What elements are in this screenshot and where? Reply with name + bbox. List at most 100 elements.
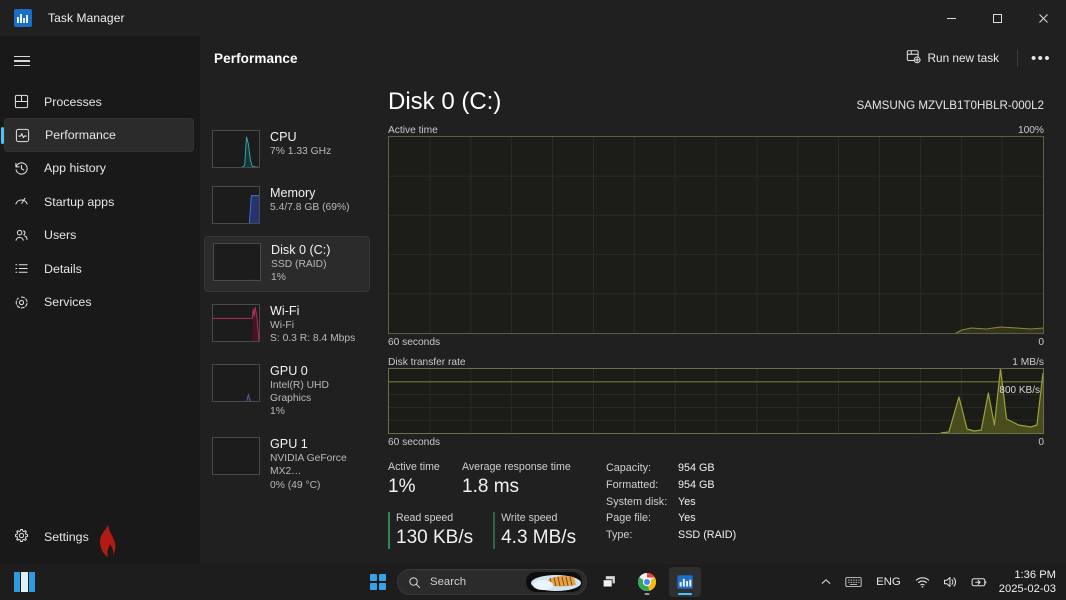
search-placeholder: Search [430,576,467,588]
info-row-system-disk: System disk: Yes [606,494,736,511]
sidebar-item-label: Performance [45,128,116,143]
sidebar-item-details[interactable]: Details [0,252,200,285]
battery-icon[interactable] [969,567,990,597]
info-row-type: Type: SSD (RAID) [606,527,736,544]
users-icon [14,228,36,243]
transfer-rate-x-label: 60 seconds [388,437,441,448]
keyboard-icon[interactable] [843,567,864,597]
active-time-caption-row: Active time 100% [388,125,1044,136]
details-icon [14,261,36,276]
sidebar-item-users[interactable]: Users [0,219,200,252]
sidebar-item-app-history[interactable]: App history [0,152,200,185]
info-row-capacity: Capacity: 954 GB [606,460,736,477]
sidebar-item-performance[interactable]: Performance [1,118,194,152]
sidebar-item-label: Services [44,295,92,310]
system-tray: ENG 1:36 PM 2025-02-03 [818,567,1058,597]
active-time-x-label: 60 seconds [388,337,441,348]
content-area: Performance Run new task ••• CPU 7% 1.33… [200,36,1066,564]
transfer-rate-caption-row: Disk transfer rate 1 MB/s [388,357,1044,368]
resource-item-disk0[interactable]: Disk 0 (C:) SSD (RAID) 1% [204,236,370,292]
task-view-icon[interactable] [593,567,625,597]
close-icon[interactable] [1020,0,1066,36]
sidebar-item-processes[interactable]: Processes [0,85,200,118]
speaker-icon[interactable] [941,567,960,597]
cpu-thumbnail-graph [212,130,260,168]
info-key: Formatted: [606,478,659,491]
services-icon [14,295,36,310]
disk-thumbnail-graph [213,243,261,281]
toolbar: Performance Run new task ••• [200,36,1066,80]
chevron-up-icon[interactable] [818,567,834,597]
resource-item-memory[interactable]: Memory 5.4/7.8 GB (69%) [204,180,370,230]
minimize-icon[interactable] [928,0,974,36]
chrome-icon[interactable] [631,567,663,597]
disk-info-table: Capacity: 954 GB Formatted: 954 GB Syste… [606,460,736,550]
resource-detail: Wi-Fi [270,319,295,331]
info-row-formatted: Formatted: 954 GB [606,477,736,494]
sidebar-item-startup-apps[interactable]: Startup apps [0,185,200,218]
resource-detail: NVIDIA GeForce MX2… [270,452,347,478]
search-preview-thumbnail [526,572,582,592]
info-key: Capacity: [606,462,652,474]
active-time-caption: Active time [388,125,438,136]
maximize-icon[interactable] [974,0,1020,36]
resource-item-wifi[interactable]: Wi-Fi Wi-Fi S: 0.3 R: 8.4 Mbps [204,298,370,352]
sidebar-item-settings[interactable]: Settings [0,520,200,554]
history-icon [14,161,36,176]
resource-item-cpu[interactable]: CPU 7% 1.33 GHz [204,124,370,174]
info-row-page-file: Page file: Yes [606,510,736,527]
info-value: 954 GB [678,462,715,474]
clock[interactable]: 1:36 PM 2025-02-03 [999,568,1058,596]
window-title: Task Manager [48,11,125,25]
disk-stats: Active time 1% Average response time 1.8… [388,460,1044,550]
sidebar-item-services[interactable]: Services [0,285,200,318]
stat-write-speed-value: 4.3 MB/s [501,527,577,548]
taskmanager-icon [14,9,32,27]
run-new-task-button[interactable]: Run new task [896,44,1009,72]
sidebar-item-label: Details [44,261,82,276]
stat-active-time-value: 1% [388,476,416,497]
gpu1-thumbnail-graph [212,436,260,475]
disk-detail-pane: Disk 0 (C:) SAMSUNG MZVLB1T0HBLR-000L2 A… [372,80,1066,564]
hamburger-icon[interactable] [0,42,200,80]
transfer-rate-caption: Disk transfer rate [388,357,466,368]
stat-write-speed-label: Write speed [501,512,558,524]
resource-list: CPU 7% 1.33 GHz Memory 5.4/7.8 GB (69%) [200,80,372,564]
info-value: 954 GB [678,478,715,491]
more-options-button[interactable]: ••• [1026,44,1056,72]
taskmanager-taskbar-icon[interactable] [669,567,701,597]
resource-item-gpu1[interactable]: GPU 1 NVIDIA GeForce MX2… 0% (49 °C) [204,431,370,498]
resource-name: GPU 0 [270,363,308,378]
search-input[interactable]: Search [397,569,587,595]
resource-item-gpu0[interactable]: GPU 0 Intel(R) UHD Graphics 1% [204,358,370,425]
resource-detail: 5.4/7.8 GB (69%) [270,202,350,213]
active-time-min: 0 [1038,337,1044,348]
resource-usage: 1% [270,406,285,418]
sidebar: Processes Performance App history Startu… [0,36,200,564]
gear-icon [14,528,36,546]
wifi-icon[interactable] [913,567,932,597]
language-indicator[interactable]: ENG [873,576,904,588]
sidebar-nav: Processes Performance App history Startu… [0,85,200,319]
processes-icon [14,94,36,109]
run-task-icon [906,49,921,67]
info-value: Yes [678,495,696,508]
resource-usage: 0% (49 °C) [270,479,321,491]
search-icon [408,576,421,589]
startup-icon [14,194,36,209]
stat-active-time-label: Active time [388,461,440,473]
resource-throughput: S: 0.3 R: 8.4 Mbps [270,333,356,345]
start-icon[interactable] [365,569,391,595]
stat-avg-response: Average response time 1.8 ms [462,460,571,499]
info-key: System disk: [606,495,668,508]
transfer-rate-annotation: 800 KB/s [999,385,1040,396]
page-title: Performance [214,50,298,66]
stat-write-speed: Write speed 4.3 MB/s [493,511,576,550]
task-manager-window: Task Manager Processes Performance App h… [0,0,1066,600]
taskmanager-active-indicator [678,592,692,595]
wifi-thumbnail-graph [212,303,260,342]
detail-heading: Disk 0 (C:) [388,88,502,115]
memory-thumbnail-graph [212,186,260,224]
sidebar-item-label: Startup apps [44,194,115,209]
title-bar: Task Manager [0,0,1066,36]
